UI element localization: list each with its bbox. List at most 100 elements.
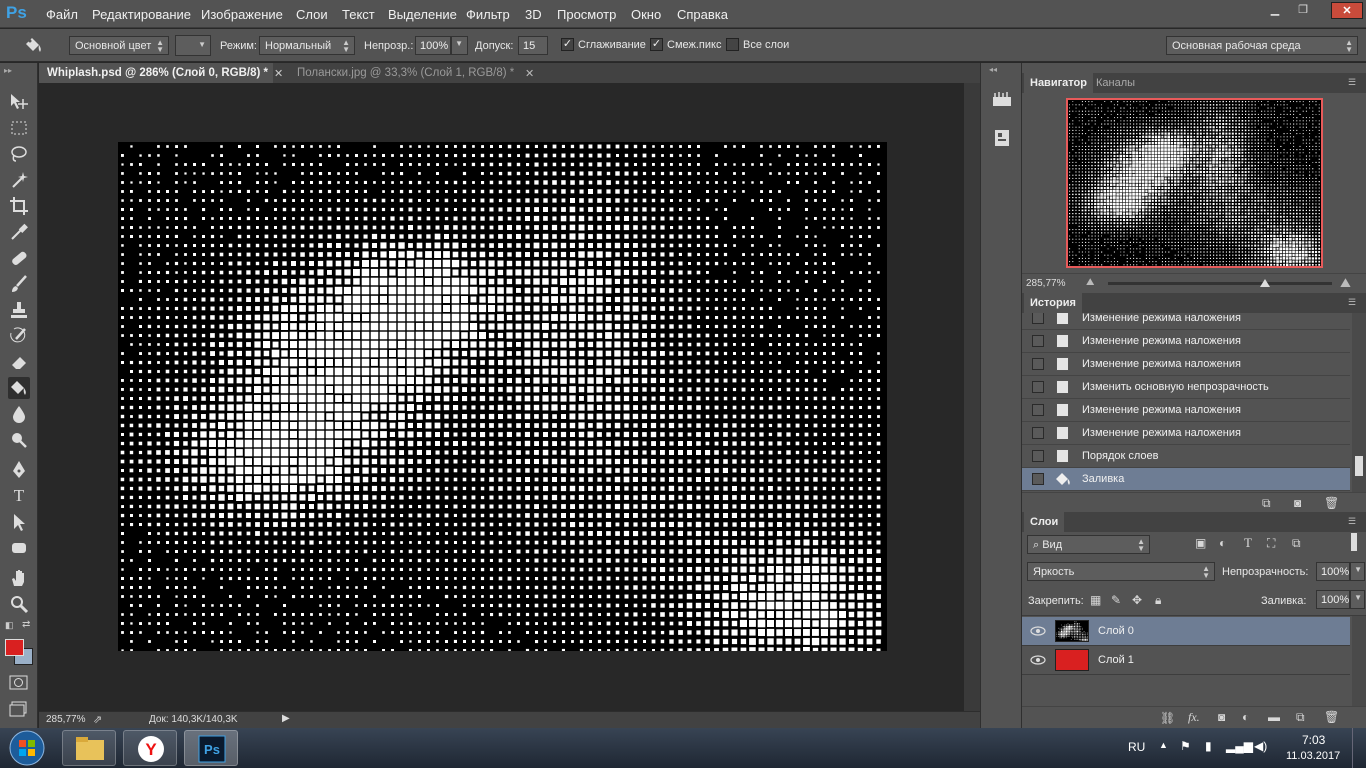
layers-scrollbar[interactable] bbox=[1352, 616, 1366, 706]
filter-type-icon[interactable]: T bbox=[1244, 535, 1252, 551]
eraser-tool-icon[interactable] bbox=[8, 351, 30, 373]
layer-name[interactable]: Слой 0 bbox=[1098, 625, 1134, 637]
lock-transparency-icon[interactable]: ▦ bbox=[1090, 593, 1101, 607]
history-checkbox[interactable] bbox=[1032, 381, 1044, 393]
adjustment-layer-icon[interactable]: ◐ bbox=[1242, 710, 1249, 724]
export-icon[interactable]: ⇗ bbox=[93, 713, 102, 726]
delete-layer-icon[interactable]: 🗑︎ bbox=[1324, 710, 1339, 724]
menu-file[interactable]: Файл bbox=[46, 7, 78, 22]
move-tool-icon[interactable] bbox=[8, 91, 30, 113]
history-item[interactable]: Изменение режима наложения bbox=[1022, 399, 1350, 422]
start-orb-icon[interactable] bbox=[8, 729, 46, 767]
new-document-from-state-icon[interactable]: ⧉ bbox=[1262, 496, 1271, 511]
action-center-flag-icon[interactable]: ⚑ bbox=[1180, 739, 1191, 753]
visibility-eye-icon[interactable] bbox=[1030, 625, 1046, 637]
tolerance-input[interactable]: 15 bbox=[518, 36, 548, 55]
menu-layers[interactable]: Слои bbox=[296, 7, 328, 22]
dodge-tool-icon[interactable] bbox=[8, 429, 30, 451]
new-layer-icon[interactable]: ⧉ bbox=[1296, 710, 1305, 725]
pen-tool-icon[interactable] bbox=[8, 459, 30, 481]
layer-name[interactable]: Слой 1 bbox=[1098, 654, 1134, 666]
menu-type[interactable]: Текст bbox=[342, 7, 375, 22]
lock-all-icon[interactable]: 🔒︎ bbox=[1155, 593, 1161, 608]
contiguous-checkbox[interactable]: ✓ bbox=[650, 38, 663, 51]
layer-opacity-dropdown[interactable]: ▼ bbox=[1350, 562, 1365, 581]
layer-opacity-input[interactable]: 100% bbox=[1316, 562, 1350, 581]
properties-panel-icon[interactable] bbox=[990, 127, 1014, 149]
zoom-in-icon[interactable]: ⛰ bbox=[1340, 275, 1351, 291]
document-image[interactable] bbox=[118, 142, 887, 651]
power-icon[interactable]: ▮ bbox=[1205, 739, 1212, 753]
navigator-zoom-value[interactable]: 285,77% bbox=[1026, 278, 1065, 289]
history-item[interactable]: Изменение режима наложения bbox=[1022, 330, 1350, 353]
history-checkbox[interactable] bbox=[1032, 427, 1044, 439]
restore-button[interactable]: ❐ bbox=[1292, 2, 1314, 19]
clock-date[interactable]: 11.03.2017 bbox=[1286, 750, 1340, 762]
blend-mode-select[interactable]: Яркость ▲ ▼ bbox=[1027, 562, 1215, 581]
default-colors-icon[interactable]: ◧ bbox=[5, 620, 14, 631]
volume-icon[interactable]: ◀) bbox=[1254, 739, 1267, 753]
taskbar-photoshop[interactable]: Ps bbox=[184, 730, 238, 766]
add-mask-icon[interactable]: ◙ bbox=[1218, 710, 1225, 724]
history-brush-icon[interactable] bbox=[8, 325, 30, 347]
status-zoom[interactable]: 285,77% bbox=[46, 714, 85, 725]
layer-row-1[interactable]: Слой 1 bbox=[1022, 646, 1350, 675]
marquee-tool-icon[interactable] bbox=[8, 117, 30, 139]
opacity-dropdown[interactable]: ▼ bbox=[451, 36, 468, 55]
hand-tool-icon[interactable] bbox=[8, 567, 30, 589]
zoom-slider-track[interactable] bbox=[1108, 282, 1332, 285]
tab-polanski[interactable]: Полански.jpg @ 33,3% (Слой 1, RGB/8) * bbox=[289, 63, 539, 83]
zoom-out-icon[interactable]: ⛰ bbox=[1086, 277, 1094, 288]
layers-menu-icon[interactable]: ☰ bbox=[1348, 516, 1356, 527]
new-group-icon[interactable]: ▬ bbox=[1268, 710, 1280, 724]
history-item-selected[interactable]: Заливка bbox=[1022, 468, 1350, 491]
collapse-icon[interactable]: ▸▸ bbox=[4, 66, 12, 75]
history-trash-icon[interactable]: 🗑︎ bbox=[1324, 496, 1339, 510]
history-item[interactable]: Изменение режима наложения bbox=[1022, 422, 1350, 445]
foreground-color-swatch[interactable] bbox=[5, 639, 24, 656]
tab-history[interactable]: История bbox=[1024, 293, 1082, 313]
tab-layers[interactable]: Слои bbox=[1024, 512, 1065, 532]
tab-whiplash[interactable]: Whiplash.psd @ 286% (Слой 0, RGB/8) * bbox=[39, 63, 273, 83]
blur-tool-icon[interactable] bbox=[8, 403, 30, 425]
tray-expand-icon[interactable]: ▲ bbox=[1159, 740, 1168, 750]
clone-stamp-icon[interactable] bbox=[8, 299, 30, 321]
type-tool-icon[interactable]: T bbox=[8, 485, 30, 507]
history-checkbox[interactable] bbox=[1032, 473, 1044, 485]
tab-whiplash-close-icon[interactable]: ✕ bbox=[274, 67, 283, 80]
history-scrollbar[interactable] bbox=[1352, 313, 1366, 492]
status-menu-arrow-icon[interactable]: ▶ bbox=[282, 713, 290, 724]
crop-tool-icon[interactable] bbox=[8, 195, 30, 217]
menu-image[interactable]: Изображение bbox=[201, 7, 283, 22]
close-button[interactable]: ✕ bbox=[1331, 2, 1363, 19]
history-menu-icon[interactable]: ☰ bbox=[1348, 297, 1356, 308]
tab-channels[interactable]: Каналы bbox=[1090, 73, 1141, 93]
menu-help[interactable]: Справка bbox=[677, 7, 728, 22]
filter-smart-object-icon[interactable]: ⧉ bbox=[1292, 536, 1301, 551]
tab-navigator[interactable]: Навигатор bbox=[1024, 73, 1093, 93]
history-checkbox[interactable] bbox=[1032, 358, 1044, 370]
history-checkbox[interactable] bbox=[1032, 335, 1044, 347]
link-layers-icon[interactable]: ⛓︎ bbox=[1160, 711, 1175, 725]
taskbar-explorer[interactable] bbox=[62, 730, 116, 766]
all-layers-checkbox[interactable] bbox=[726, 38, 739, 51]
filter-toggle[interactable] bbox=[1351, 533, 1357, 551]
menu-window[interactable]: Окно bbox=[631, 7, 661, 22]
fill-source-select[interactable]: Основной цвет ▲ ▼ bbox=[69, 36, 169, 55]
history-panel-icon[interactable] bbox=[990, 89, 1014, 109]
layer-filter-select[interactable]: ⌕ Вид ▲ ▼ bbox=[1027, 535, 1150, 554]
lock-pixels-icon[interactable]: ✎ bbox=[1111, 593, 1121, 607]
layer-thumbnail[interactable] bbox=[1055, 620, 1089, 642]
layer-style-icon[interactable]: fx. bbox=[1188, 710, 1200, 725]
filter-adjustment-icon[interactable]: ◐ bbox=[1219, 536, 1226, 550]
canvas-scrollbar[interactable] bbox=[964, 83, 980, 711]
pattern-picker[interactable]: ▼ bbox=[175, 35, 211, 56]
history-item[interactable]: Изменение режима наложения bbox=[1022, 353, 1350, 376]
menu-filter[interactable]: Фильтр bbox=[466, 7, 510, 22]
history-item[interactable]: Изменить основную непрозрачность bbox=[1022, 376, 1350, 399]
history-checkbox[interactable] bbox=[1032, 450, 1044, 462]
menu-select[interactable]: Выделение bbox=[388, 7, 457, 22]
path-selection-icon[interactable] bbox=[8, 511, 30, 533]
clock-time[interactable]: 7:03 bbox=[1302, 733, 1325, 747]
lock-position-icon[interactable]: ✥ bbox=[1132, 593, 1142, 607]
